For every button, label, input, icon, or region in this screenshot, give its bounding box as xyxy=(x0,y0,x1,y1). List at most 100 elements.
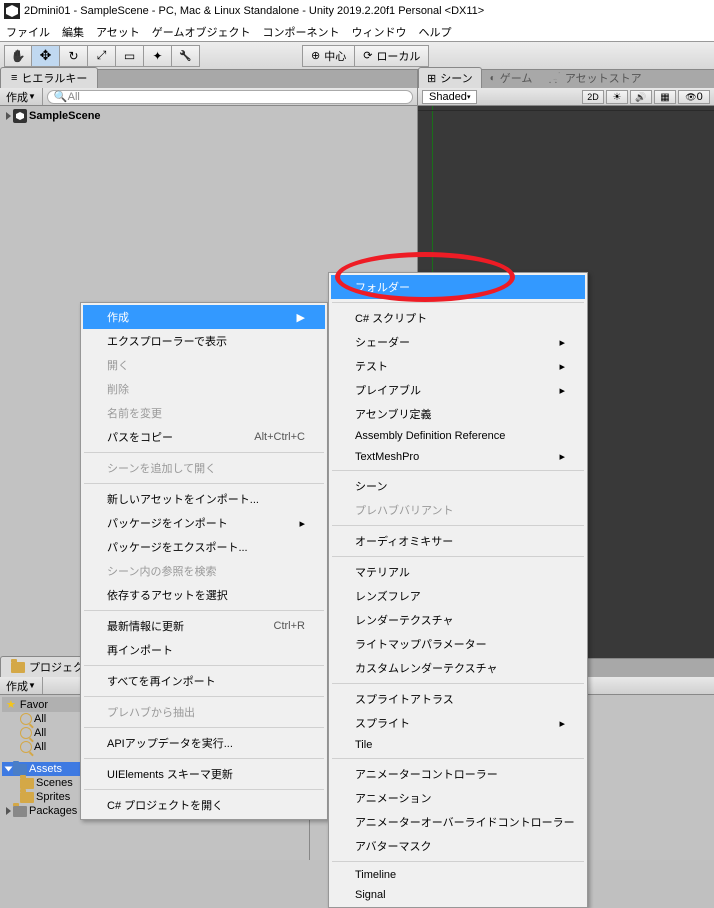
menu-item-material[interactable]: マテリアル xyxy=(331,560,585,584)
transform-icon xyxy=(152,49,162,63)
menu-item-refresh[interactable]: 最新情報に更新Ctrl+R xyxy=(83,614,325,638)
project-create-button[interactable]: 作成 ▼ xyxy=(0,677,43,694)
submenu-arrow-icon: ▸ xyxy=(559,360,565,373)
menu-edit[interactable]: 編集 xyxy=(62,24,84,40)
pivot-icon: ⊕ xyxy=(311,49,320,62)
menu-item-tmp[interactable]: TextMeshPro▸ xyxy=(331,446,585,467)
menu-separator xyxy=(84,789,324,790)
menu-separator xyxy=(332,525,584,526)
bulb-icon xyxy=(613,91,622,103)
move-tool-button[interactable] xyxy=(32,45,60,67)
menu-help[interactable]: ヘルプ xyxy=(418,24,451,40)
menu-item-testing[interactable]: テスト▸ xyxy=(331,354,585,378)
move-icon xyxy=(40,47,52,64)
tab-asset-store[interactable]: アセットストア xyxy=(540,68,649,88)
scene-icon xyxy=(13,109,27,123)
expand-arrow-icon[interactable] xyxy=(5,767,13,772)
hierarchy-tab-row: ≡ ヒエラルキー xyxy=(0,70,417,88)
menu-item-audio-mixer[interactable]: オーディオミキサー xyxy=(331,529,585,553)
scene-tab-row: シーン ゲーム アセットストア xyxy=(418,70,714,88)
menu-item-custom-rt[interactable]: カスタムレンダーテクスチャ xyxy=(331,656,585,680)
menu-item-copy-path[interactable]: パスをコピーAlt+Ctrl+C xyxy=(83,425,325,449)
menu-item-open-csproj[interactable]: C# プロジェクトを開く xyxy=(83,793,325,817)
context-menu-assets: 作成▶ エクスプローラーで表示 開く 削除 名前を変更 パスをコピーAlt+Ct… xyxy=(80,302,328,820)
hierarchy-search-input[interactable]: 🔍All xyxy=(47,90,413,104)
menu-separator xyxy=(84,758,324,759)
menu-item-playables[interactable]: プレイアブル▸ xyxy=(331,378,585,402)
menu-item-animation[interactable]: アニメーション xyxy=(331,786,585,810)
search-icon: 🔍 xyxy=(54,90,68,103)
menu-item-reimport[interactable]: 再インポート xyxy=(83,638,325,662)
hierarchy-create-button[interactable]: 作成 ▼ xyxy=(0,88,43,105)
menu-item-lens-flare[interactable]: レンズフレア xyxy=(331,584,585,608)
transform-tool-button[interactable] xyxy=(144,45,172,67)
menu-separator xyxy=(84,727,324,728)
menu-window[interactable]: ウィンドウ xyxy=(351,24,406,40)
gizmos-visibility-button[interactable]: 0 xyxy=(678,90,710,104)
expand-arrow-icon[interactable] xyxy=(6,807,11,815)
menu-item-sprite-atlas[interactable]: スプライトアトラス xyxy=(331,687,585,711)
menu-file[interactable]: ファイル xyxy=(6,24,50,40)
menu-separator xyxy=(84,610,324,611)
menu-item-run-api[interactable]: APIアップデータを実行... xyxy=(83,731,325,755)
fx-toggle-button[interactable] xyxy=(654,90,676,104)
menu-separator xyxy=(332,683,584,684)
menu-item-show-explorer[interactable]: エクスプローラーで表示 xyxy=(83,329,325,353)
menu-assets[interactable]: アセット xyxy=(96,24,140,40)
hand-tool-button[interactable] xyxy=(4,45,32,67)
menu-gameobject[interactable]: ゲームオブジェクト xyxy=(152,24,251,40)
menu-item-import-package[interactable]: パッケージをインポート▸ xyxy=(83,511,325,535)
menu-item-tile[interactable]: Tile xyxy=(331,735,585,755)
menu-component[interactable]: コンポーネント xyxy=(262,24,339,40)
menu-item-signal[interactable]: Signal xyxy=(331,885,585,905)
lighting-toggle-button[interactable] xyxy=(606,90,628,104)
menu-item-find-refs: シーン内の参照を検索 xyxy=(83,559,325,583)
menu-item-export-package[interactable]: パッケージをエクスポート... xyxy=(83,535,325,559)
menu-item-import-new[interactable]: 新しいアセットをインポート... xyxy=(83,487,325,511)
scene-row[interactable]: SampleScene xyxy=(2,108,415,124)
menu-item-asmdef[interactable]: アセンブリ定義 xyxy=(331,402,585,426)
menu-item-create[interactable]: 作成▶ xyxy=(83,305,325,329)
menu-item-anim-controller[interactable]: アニメーターコントローラー xyxy=(331,762,585,786)
menu-item-override-controller[interactable]: アニメーターオーバーライドコントローラー xyxy=(331,810,585,834)
hierarchy-tab-icon: ≡ xyxy=(11,72,17,84)
menu-item-scene[interactable]: シーン xyxy=(331,474,585,498)
menu-item-render-texture[interactable]: レンダーテクスチャ xyxy=(331,608,585,632)
tab-scene[interactable]: シーン xyxy=(418,67,482,88)
window-title: 2Dmini01 - SampleScene - PC, Mac & Linux… xyxy=(24,5,484,17)
rotate-tool-button[interactable] xyxy=(60,45,88,67)
menu-item-timeline[interactable]: Timeline xyxy=(331,865,585,885)
chevron-down-icon: ▼ xyxy=(28,92,36,101)
menu-item-avatar-mask[interactable]: アバターマスク xyxy=(331,834,585,858)
search-icon xyxy=(20,727,32,739)
rect-icon xyxy=(124,49,135,63)
menu-item-prefab-variant: プレハブバリアント xyxy=(331,498,585,522)
menu-item-csharp[interactable]: C# スクリプト xyxy=(331,306,585,330)
search-icon xyxy=(20,713,32,725)
hierarchy-tab[interactable]: ≡ ヒエラルキー xyxy=(0,67,98,88)
custom-tool-button[interactable] xyxy=(172,45,200,67)
rect-tool-button[interactable] xyxy=(116,45,144,67)
menu-item-sprites[interactable]: スプライト▸ xyxy=(331,711,585,735)
menu-item-update-uielements[interactable]: UIElements スキーマ更新 xyxy=(83,762,325,786)
menu-item-shader[interactable]: シェーダー▸ xyxy=(331,330,585,354)
pivot-button[interactable]: ⊕中心 xyxy=(302,45,355,67)
local-button[interactable]: ⟳ローカル xyxy=(355,45,429,67)
2d-toggle-button[interactable]: 2D xyxy=(582,90,604,104)
menu-item-folder[interactable]: フォルダー xyxy=(331,275,585,299)
speaker-icon xyxy=(635,91,646,103)
menu-item-open: 開く xyxy=(83,353,325,377)
menu-item-reimport-all[interactable]: すべてを再インポート xyxy=(83,669,325,693)
folder-icon xyxy=(11,662,25,673)
folder-icon xyxy=(13,764,27,775)
local-icon: ⟳ xyxy=(363,49,372,62)
menu-separator xyxy=(332,470,584,471)
audio-toggle-button[interactable] xyxy=(630,90,652,104)
menu-item-asmref[interactable]: Assembly Definition Reference xyxy=(331,426,585,446)
shading-mode-dropdown[interactable]: Shaded ▾ xyxy=(422,90,477,104)
expand-arrow-icon[interactable] xyxy=(6,112,11,120)
menu-item-lightmap-params[interactable]: ライトマップパラメーター xyxy=(331,632,585,656)
scale-tool-button[interactable] xyxy=(88,45,116,67)
tab-game[interactable]: ゲーム xyxy=(482,68,541,88)
menu-item-select-deps[interactable]: 依存するアセットを選択 xyxy=(83,583,325,607)
